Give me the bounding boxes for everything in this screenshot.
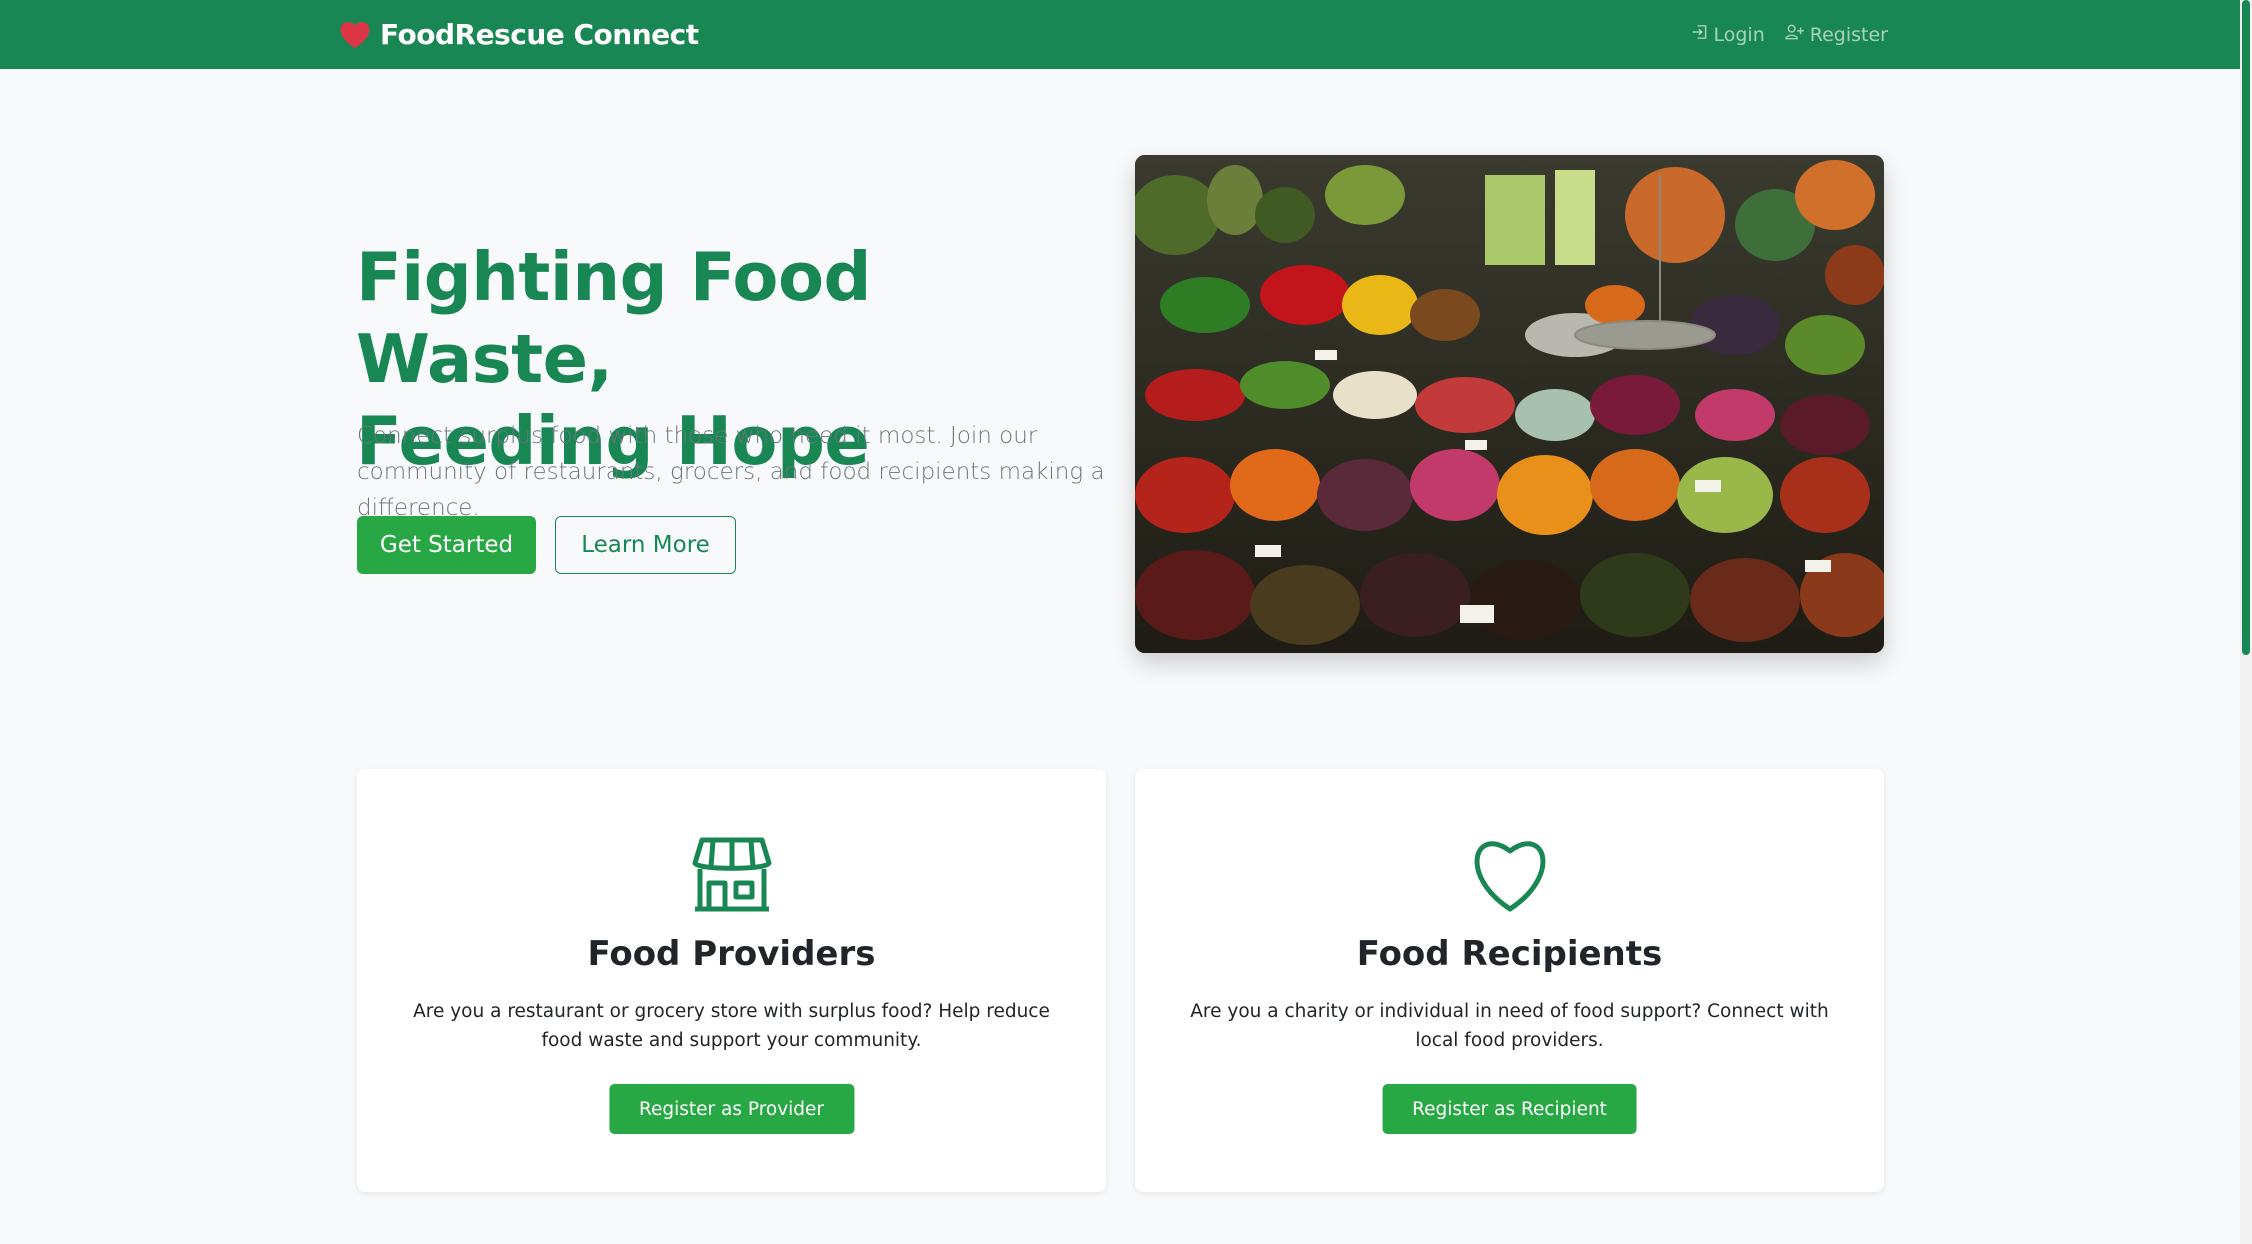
nav-links: Login Register bbox=[1691, 0, 1888, 69]
login-label: Login bbox=[1713, 23, 1765, 46]
scrollbar[interactable] bbox=[2240, 0, 2252, 1244]
brand-name: FoodRescue Connect bbox=[380, 18, 699, 51]
hero-subtitle: Connect surplus food with those who need… bbox=[357, 423, 1105, 521]
person-plus-icon bbox=[1785, 23, 1805, 46]
get-started-button[interactable]: Get Started bbox=[357, 516, 536, 574]
store-icon bbox=[692, 837, 772, 917]
providers-text: Are you a restaurant or grocery store wi… bbox=[413, 1001, 1050, 1051]
heart-icon bbox=[1470, 837, 1550, 917]
recipients-text: Are you a charity or individual in need … bbox=[1190, 1001, 1829, 1051]
produce-market-image bbox=[1135, 155, 1884, 653]
login-link[interactable]: Login bbox=[1691, 23, 1765, 46]
brand-link[interactable]: FoodRescue Connect bbox=[340, 0, 699, 69]
recipients-title: Food Recipients bbox=[1356, 934, 1663, 974]
heart-logo-icon bbox=[340, 21, 370, 49]
register-recipient-button[interactable]: Register as Recipient bbox=[1382, 1084, 1637, 1134]
register-link[interactable]: Register bbox=[1785, 23, 1888, 46]
providers-title: Food Providers bbox=[587, 934, 876, 974]
navbar: FoodRescue Connect Login Register bbox=[0, 0, 2240, 69]
register-provider-button[interactable]: Register as Provider bbox=[608, 1084, 855, 1134]
food-recipients-card: Food Recipients Are you a charity or ind… bbox=[1135, 769, 1884, 1192]
register-label: Register bbox=[1809, 23, 1888, 46]
hero-title-line1: Fighting Food Waste, bbox=[356, 238, 871, 398]
food-providers-card: Food Providers Are you a restaurant or g… bbox=[357, 769, 1106, 1192]
login-icon bbox=[1691, 23, 1709, 46]
learn-more-button[interactable]: Learn More bbox=[555, 516, 736, 574]
scrollbar-thumb[interactable] bbox=[2242, 0, 2250, 655]
